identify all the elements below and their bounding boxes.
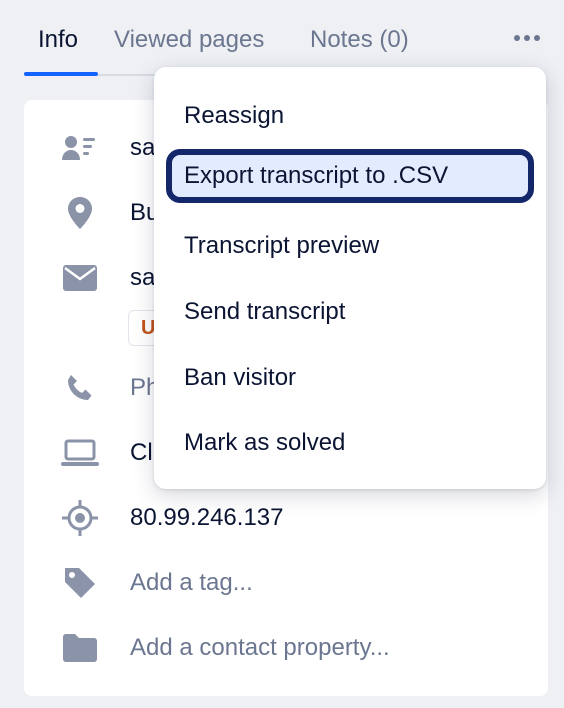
more-options-menu: Reassign Export transcript to .CSV Trans… bbox=[154, 67, 546, 489]
more-options-icon[interactable] bbox=[512, 28, 542, 48]
envelope-icon bbox=[60, 262, 100, 294]
active-tab-indicator bbox=[24, 72, 98, 76]
visitor-email: sa bbox=[130, 264, 156, 291]
menu-item-send-transcript[interactable]: Send transcript bbox=[154, 285, 546, 339]
tab-notes[interactable]: Notes (0) bbox=[310, 24, 409, 56]
phone-icon bbox=[60, 372, 100, 404]
visitor-ip-address: 80.99.246.137 bbox=[130, 504, 284, 531]
laptop-icon bbox=[60, 437, 100, 469]
menu-item-mark-as-solved[interactable]: Mark as solved bbox=[154, 416, 546, 470]
menu-item-ban-visitor[interactable]: Ban visitor bbox=[154, 351, 546, 405]
menu-item-label: Reassign bbox=[184, 102, 285, 129]
menu-item-label: Export transcript to .CSV bbox=[184, 162, 449, 189]
detail-row-properties: Add a contact property... bbox=[24, 624, 548, 672]
menu-item-label: Ban visitor bbox=[184, 364, 297, 391]
add-tag-link[interactable]: Add a tag... bbox=[130, 567, 253, 599]
menu-item-transcript-preview[interactable]: Transcript preview bbox=[154, 219, 546, 273]
contact-card-icon bbox=[60, 132, 100, 164]
detail-row-ip: 80.99.246.137 bbox=[24, 494, 548, 542]
folder-icon bbox=[60, 632, 100, 664]
menu-item-reassign[interactable]: Reassign bbox=[154, 89, 546, 143]
menu-item-label: Transcript preview bbox=[184, 232, 380, 259]
visitor-browser: Cl bbox=[130, 439, 153, 466]
tab-bar: Info Viewed pages Notes (0) bbox=[24, 0, 548, 76]
tag-icon bbox=[60, 567, 100, 599]
target-icon bbox=[60, 500, 100, 536]
add-contact-property-link[interactable]: Add a contact property... bbox=[130, 632, 390, 664]
menu-item-export-csv[interactable]: Export transcript to .CSV bbox=[166, 149, 534, 203]
menu-item-label: Mark as solved bbox=[184, 429, 346, 456]
tab-info[interactable]: Info bbox=[38, 24, 78, 56]
menu-item-label: Send transcript bbox=[184, 298, 346, 325]
visitor-name: sa bbox=[130, 134, 156, 161]
location-pin-icon bbox=[60, 197, 100, 229]
detail-row-tags: Add a tag... bbox=[24, 559, 548, 607]
tab-viewed-pages[interactable]: Viewed pages bbox=[114, 24, 264, 56]
